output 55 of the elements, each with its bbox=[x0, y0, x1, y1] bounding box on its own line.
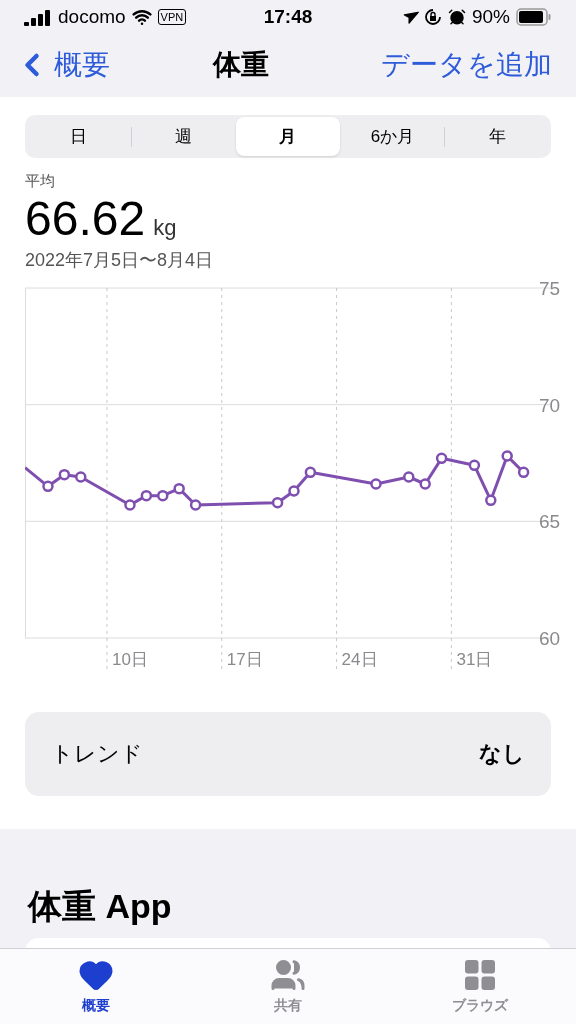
wifi-icon bbox=[131, 7, 152, 27]
people-icon bbox=[270, 957, 306, 993]
x-axis-label: 10日 bbox=[112, 649, 148, 669]
carrier-name: docomo bbox=[58, 4, 126, 29]
unit-label: kg bbox=[153, 213, 177, 242]
data-point bbox=[124, 498, 136, 511]
data-point bbox=[485, 494, 497, 506]
data-point bbox=[501, 449, 513, 462]
x-axis-label: 17日 bbox=[226, 649, 263, 669]
y-axis-label: 60 bbox=[539, 627, 561, 649]
data-point bbox=[271, 496, 284, 508]
trend-card[interactable]: トレンド なし bbox=[25, 711, 551, 796]
alarm-icon bbox=[447, 8, 466, 26]
data-point bbox=[173, 482, 185, 494]
tab-bar-item[interactable]: 概要 bbox=[36, 957, 156, 1016]
data-point bbox=[58, 468, 71, 480]
y-axis-label: 75 bbox=[539, 281, 561, 299]
data-point bbox=[419, 477, 431, 490]
data-point bbox=[435, 452, 448, 464]
data-point bbox=[403, 470, 415, 483]
rotation-lock-icon bbox=[423, 8, 442, 26]
data-point bbox=[370, 477, 382, 490]
add-data-button[interactable]: データを追加 bbox=[381, 43, 562, 86]
data-point bbox=[304, 466, 317, 478]
data-point bbox=[517, 466, 530, 478]
back-button[interactable]: 概要 bbox=[14, 43, 110, 86]
data-point bbox=[75, 470, 87, 483]
y-axis-label: 65 bbox=[539, 510, 561, 532]
data-point bbox=[468, 459, 481, 471]
x-axis-label: 24日 bbox=[341, 649, 378, 669]
section-title: 体重 App bbox=[28, 886, 173, 927]
signal-icon bbox=[24, 8, 52, 26]
data-point bbox=[288, 484, 300, 497]
grid-icon bbox=[462, 957, 498, 993]
trend-value: なし bbox=[479, 740, 525, 768]
data-point bbox=[157, 489, 169, 501]
segment-tab[interactable]: 6か月 bbox=[340, 117, 445, 156]
segment-tab[interactable]: 年 bbox=[445, 117, 549, 156]
data-point bbox=[42, 480, 54, 492]
trend-label: トレンド bbox=[51, 740, 143, 768]
clock-time: 17:48 bbox=[263, 4, 313, 29]
segment-tab[interactable]: 日 bbox=[27, 117, 131, 156]
segment-tab[interactable]: 月 bbox=[236, 117, 340, 156]
battery-percent: 90% bbox=[471, 4, 510, 29]
average-label: 平均 bbox=[25, 171, 56, 191]
x-axis-label: 31日 bbox=[456, 649, 493, 669]
segment-tab[interactable]: 週 bbox=[131, 117, 236, 156]
data-point bbox=[189, 498, 202, 511]
average-value: 66.62 bbox=[25, 190, 146, 247]
page-title: 体重 bbox=[212, 47, 270, 82]
y-axis-label: 70 bbox=[539, 394, 561, 416]
battery-icon bbox=[516, 8, 552, 26]
date-range: 2022年7月5日〜8月4日 bbox=[25, 248, 215, 272]
data-point bbox=[140, 489, 153, 501]
vpn-badge: VPN bbox=[157, 9, 187, 25]
